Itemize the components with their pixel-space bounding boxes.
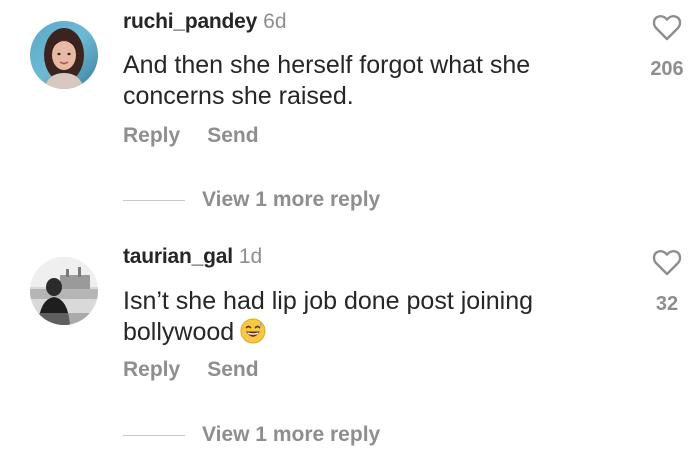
divider-line — [123, 199, 185, 201]
comment-actions: Reply Send — [123, 357, 259, 383]
view-more-label: View 1 more reply — [202, 423, 381, 446]
view-more-label: View 1 more reply — [202, 188, 381, 211]
comment-text: And then she herself forgot what she con… — [123, 51, 531, 110]
heart-icon[interactable] — [652, 14, 682, 41]
like-count: 32 — [655, 293, 679, 315]
avatar[interactable] — [30, 257, 98, 325]
grinning-sweat-emoji-icon — [240, 318, 266, 344]
like-count: 206 — [650, 58, 684, 80]
send-button[interactable]: Send — [207, 358, 258, 381]
comment-header: taurian_gal 1d — [123, 244, 262, 270]
view-more-replies-button[interactable]: View 1 more reply — [123, 422, 380, 448]
view-more-replies-button[interactable]: View 1 more reply — [123, 187, 380, 213]
like-control: 206 — [645, 14, 689, 81]
comment-item: taurian_gal 1d Isn’t she had lip job done… — [0, 234, 700, 467]
like-control: 32 — [645, 249, 689, 316]
comment-text: Isn’t she had lip job done post joining … — [123, 286, 593, 348]
comment-time: 6d — [263, 10, 287, 33]
username[interactable]: taurian_gal — [123, 245, 233, 268]
comment-time: 1d — [238, 245, 263, 268]
reply-button[interactable]: Reply — [123, 358, 180, 381]
heart-icon[interactable] — [652, 249, 682, 276]
comment-actions: Reply Send — [123, 123, 259, 149]
comment-header: ruchi_pandey 6d — [123, 9, 287, 35]
divider-line — [123, 434, 185, 436]
avatar[interactable] — [30, 21, 98, 89]
username[interactable]: ruchi_pandey — [123, 10, 257, 33]
comment-text-content: Isn’t she had lip job done post joining … — [123, 287, 534, 346]
comment-item: ruchi_pandey 6d And then she herself forg… — [0, 0, 700, 234]
send-button[interactable]: Send — [207, 124, 258, 147]
reply-button[interactable]: Reply — [123, 124, 180, 147]
avatar-woman-icon — [30, 21, 98, 89]
avatar-bw-photo-icon — [30, 257, 98, 325]
